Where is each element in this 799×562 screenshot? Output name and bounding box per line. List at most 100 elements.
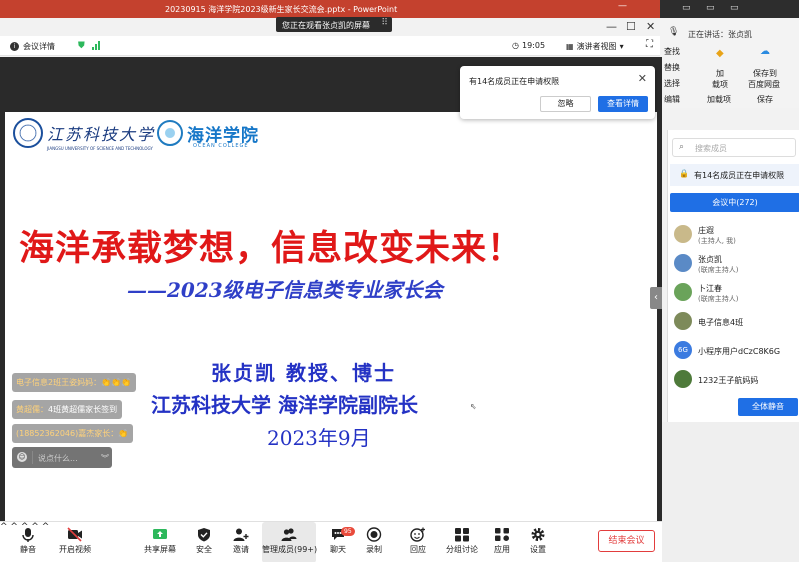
- meeting-info-label: 会议详情: [23, 42, 55, 51]
- settings-label: 设置: [530, 545, 546, 554]
- addins-icon: ◆: [716, 48, 724, 59]
- ribbon-select[interactable]: 选择: [664, 78, 680, 89]
- tab-in-meeting[interactable]: 会议中(272): [670, 193, 799, 212]
- slide-date: 2023年9月: [267, 426, 371, 450]
- manage-members-button[interactable]: 管理成员(99+): [262, 522, 318, 562]
- collapse-panel-arrow[interactable]: ‹: [650, 287, 662, 309]
- slide-subtitle: ——2023级电子信息类专业家长会: [127, 278, 443, 302]
- minimize-button[interactable]: —: [606, 20, 617, 33]
- manage-members-label: 管理成员(99+): [262, 545, 318, 554]
- share-banner-text: 您正在观看张贞凯的屏幕: [282, 21, 370, 30]
- ribbon-save-to[interactable]: 保存到: [753, 68, 777, 79]
- invite-button[interactable]: 邀请: [229, 522, 253, 562]
- ribbon-find[interactable]: 查找: [664, 46, 680, 57]
- mute-button[interactable]: 静音: [10, 522, 46, 562]
- screen-share-banner[interactable]: 您正在观看张贞凯的屏幕 ⠿: [276, 17, 392, 32]
- record-button[interactable]: 录制: [362, 522, 386, 562]
- close-icon[interactable]: ✕: [638, 72, 647, 85]
- signal-icon[interactable]: [92, 41, 102, 50]
- end-meeting-button[interactable]: 结束会议: [598, 530, 655, 552]
- speaking-label: 正在讲话：: [688, 30, 728, 39]
- member-role: (联席主持人): [698, 295, 739, 303]
- mute-all-button[interactable]: 全体静音: [738, 398, 798, 416]
- apps-button[interactable]: 应用: [490, 522, 514, 562]
- window-controls: — ☐ ✕: [560, 20, 660, 36]
- emoji-icon[interactable]: ☺: [17, 452, 27, 462]
- permission-request-banner[interactable]: 🔒 有14名成员正在申请权限: [670, 164, 799, 186]
- fullscreen-icon[interactable]: ⛶: [646, 39, 653, 50]
- member-row[interactable]: 1232王子航妈妈: [670, 367, 799, 393]
- member-row[interactable]: 6G 小程序用户dCzC8K6G: [670, 338, 799, 364]
- view-mode-dropdown[interactable]: ▦ 演讲者视图 ▾: [566, 41, 624, 52]
- ribbon-add[interactable]: 加: [716, 68, 724, 79]
- baidu-cloud-icon: ☁: [760, 46, 770, 57]
- maximize-button[interactable]: ☐: [626, 20, 636, 33]
- chat-sender: 黄超儒：: [16, 405, 48, 414]
- ribbon-replace[interactable]: 替换: [664, 62, 680, 73]
- avatar: [674, 312, 692, 330]
- member-name: 电子信息4班: [698, 318, 744, 327]
- video-button[interactable]: 开启视频: [54, 522, 96, 562]
- breakout-rooms-icon: [454, 527, 470, 542]
- chat-message: (18852362046)嘉杰家长：👏: [12, 424, 134, 443]
- security-button[interactable]: 安全: [192, 522, 216, 562]
- clock-icon: ◷: [512, 41, 519, 50]
- chat-text: 👏👏👏: [101, 378, 131, 387]
- panel-bottom-area: [662, 422, 799, 562]
- ribbon-tab-icon-2[interactable]: ▭: [706, 3, 715, 13]
- ocean-college-name: 海洋学院: [187, 125, 259, 146]
- powerpoint-minimize-button[interactable]: —: [618, 1, 627, 11]
- drag-handle-icon[interactable]: ⠿: [381, 18, 388, 28]
- chat-message: 黄超儒：4班黄超儒家长签到: [12, 400, 123, 419]
- meeting-info-button[interactable]: i 会议详情: [10, 41, 55, 52]
- settings-button[interactable]: 设置: [526, 522, 550, 562]
- shield-icon[interactable]: ⛊: [78, 41, 85, 51]
- collapse-chat-icon[interactable]: ︾: [101, 453, 109, 464]
- ribbon-tab-icon-1[interactable]: ▭: [682, 3, 691, 13]
- lock-icon: 🔒: [679, 169, 689, 178]
- speaking-indicator: 🎙 正在讲话：张贞凯: [660, 26, 799, 42]
- powerpoint-title-bar: 20230915 海洋学院2023级新生家长交流会.pptx - PowerPo…: [0, 0, 660, 18]
- record-icon: [366, 527, 382, 542]
- member-row[interactable]: 张贞凯 (联席主持人): [670, 251, 799, 277]
- view-mode-label: 演讲者视图: [576, 42, 617, 51]
- avatar: [674, 283, 692, 301]
- member-search-input[interactable]: ⌕ 搜索成员: [672, 138, 796, 157]
- participants-panel: ⌕ 搜索成员 🔒 有14名成员正在申请权限 会议中(272) 庄遐 (主持人, …: [667, 130, 799, 422]
- member-role: (联席主持人): [698, 266, 739, 274]
- video-label: 开启视频: [59, 545, 91, 554]
- ribbon-baidu[interactable]: 百度网盘: [748, 79, 780, 90]
- view-details-button[interactable]: 查看详情: [598, 96, 648, 112]
- speaking-text: 正在讲话：张贞凯: [688, 29, 752, 40]
- member-row[interactable]: 卜江春 (联席主持人): [670, 280, 799, 306]
- mute-caret[interactable]: ^: [0, 522, 8, 532]
- breakout-rooms-button[interactable]: 分组讨论: [446, 522, 478, 562]
- chat-text: 4班黄超儒家长签到: [48, 405, 118, 414]
- ignore-button[interactable]: 忽略: [540, 96, 591, 112]
- gear-icon: [530, 527, 546, 542]
- avatar: [674, 225, 692, 243]
- chat-input-placeholder[interactable]: 说点什么...: [38, 453, 78, 464]
- jiangsu-university-name: 江苏科技大学: [47, 125, 156, 144]
- apps-grid-icon: [494, 527, 510, 542]
- reaction-button[interactable]: 回应: [406, 522, 430, 562]
- ribbon-add-2[interactable]: 载项: [712, 79, 728, 90]
- chat-input[interactable]: ☺ 说点什么... ︾: [12, 447, 112, 468]
- invite-label: 邀请: [233, 545, 249, 554]
- search-icon: ⌕: [679, 142, 685, 152]
- camera-off-icon: [67, 527, 83, 542]
- divider: [32, 451, 33, 464]
- chat-text: 👏: [118, 429, 129, 438]
- member-row[interactable]: 庄遐 (主持人, 我): [670, 222, 799, 248]
- chevron-down-icon: ▾: [619, 42, 624, 51]
- member-name: 卜江春: [698, 284, 722, 293]
- share-screen-button[interactable]: 共享屏幕: [142, 522, 178, 562]
- permission-request-text: 有14名成员正在申请权限: [694, 171, 785, 180]
- ribbon-tab-icon-3[interactable]: ▭: [730, 3, 739, 13]
- notice-message: 有14名成员正在申请权限: [469, 77, 560, 86]
- member-row[interactable]: 电子信息4班: [670, 309, 799, 335]
- reaction-icon: [410, 527, 426, 542]
- member-search-placeholder: 搜索成员: [695, 144, 727, 153]
- ocean-college-seal-icon: [157, 120, 183, 146]
- close-button[interactable]: ✕: [646, 20, 655, 33]
